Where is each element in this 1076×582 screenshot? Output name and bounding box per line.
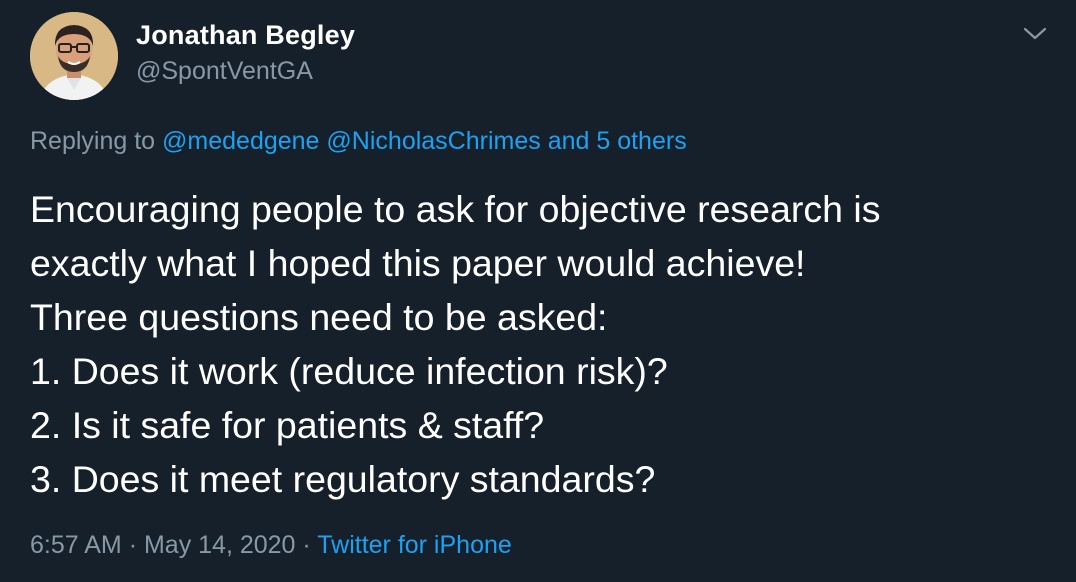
separator: · — [302, 531, 311, 559]
avatar[interactable] — [30, 12, 118, 100]
tweet-text: Encouraging people to ask for objective … — [30, 182, 1040, 506]
tweet-text-line: exactly what I hoped this paper would ac… — [30, 242, 806, 284]
author-name[interactable]: Jonathan Begley — [136, 20, 355, 51]
tweet-time[interactable]: 6:57 AM — [30, 531, 122, 559]
replying-to-line: Replying to @mededgene @NicholasChrimes … — [30, 127, 687, 156]
tweet-text-line: 3. Does it meet regulatory standards? — [30, 458, 656, 500]
tweet-text-line: Three questions need to be asked: — [30, 296, 608, 338]
tweet-text-line: 2. Is it safe for patients & staff? — [30, 404, 545, 446]
chevron-down-icon[interactable] — [1020, 18, 1050, 48]
tweet-source-link[interactable]: Twitter for iPhone — [317, 531, 512, 559]
mention-link[interactable]: @mededgene — [162, 127, 319, 155]
replying-to-label: Replying to — [30, 127, 156, 155]
others-link[interactable]: and 5 others — [548, 127, 687, 155]
tweet-text-line: Encouraging people to ask for objective … — [30, 188, 881, 230]
mention-link[interactable]: @NicholasChrimes — [326, 127, 540, 155]
separator: · — [128, 531, 138, 559]
tweet-card: Jonathan Begley @SpontVentGA Replying to… — [0, 0, 1076, 582]
tweet-text-line: 1. Does it work (reduce infection risk)? — [30, 350, 668, 392]
tweet-date[interactable]: May 14, 2020 — [144, 531, 296, 559]
author-handle[interactable]: @SpontVentGA — [136, 57, 313, 86]
tweet-meta: 6:57 AM · May 14, 2020 · Twitter for iPh… — [30, 531, 512, 560]
